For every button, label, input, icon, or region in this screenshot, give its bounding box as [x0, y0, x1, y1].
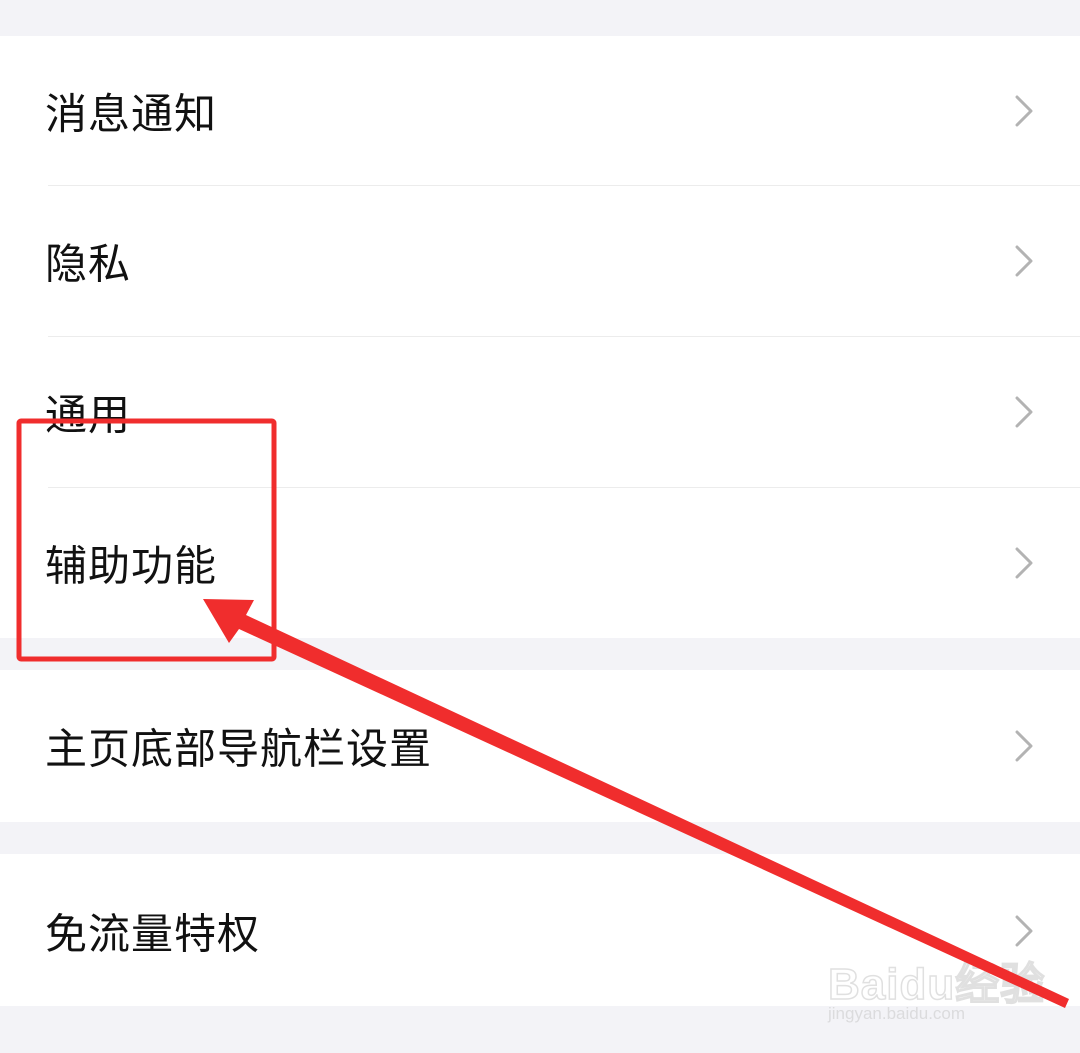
- settings-item-bottom-nav-settings[interactable]: 主页底部导航栏设置: [0, 671, 1080, 821]
- settings-item-label: 通用: [45, 390, 132, 440]
- settings-item-label: 免流量特权: [45, 909, 261, 959]
- chevron-right-icon: [1015, 730, 1033, 762]
- settings-item-label: 辅助功能: [45, 541, 218, 591]
- settings-item-general[interactable]: 通用: [0, 337, 1080, 487]
- settings-item-label: 隐私: [45, 239, 132, 289]
- settings-group-nav: 主页底部导航栏设置: [0, 670, 1080, 822]
- chevron-right-icon: [1015, 547, 1033, 579]
- settings-item-privacy[interactable]: 隐私: [0, 186, 1080, 336]
- settings-group-data: 免流量特权: [0, 854, 1080, 1006]
- section-spacer: [0, 822, 1080, 854]
- chevron-right-icon: [1015, 95, 1033, 127]
- top-spacer: [0, 0, 1080, 36]
- chevron-right-icon: [1015, 915, 1033, 947]
- settings-item-label: 消息通知: [45, 89, 218, 139]
- settings-item-accessibility[interactable]: 辅助功能: [0, 488, 1080, 638]
- section-spacer: [0, 638, 1080, 670]
- bottom-spacer: [0, 1006, 1080, 1053]
- chevron-right-icon: [1015, 396, 1033, 428]
- settings-item-label: 主页底部导航栏设置: [45, 724, 433, 774]
- settings-group-main: 消息通知 隐私 通用 辅助功能: [0, 36, 1080, 638]
- chevron-right-icon: [1015, 245, 1033, 277]
- settings-item-message-notifications[interactable]: 消息通知: [0, 36, 1080, 186]
- settings-item-free-data-privilege[interactable]: 免流量特权: [0, 856, 1080, 1006]
